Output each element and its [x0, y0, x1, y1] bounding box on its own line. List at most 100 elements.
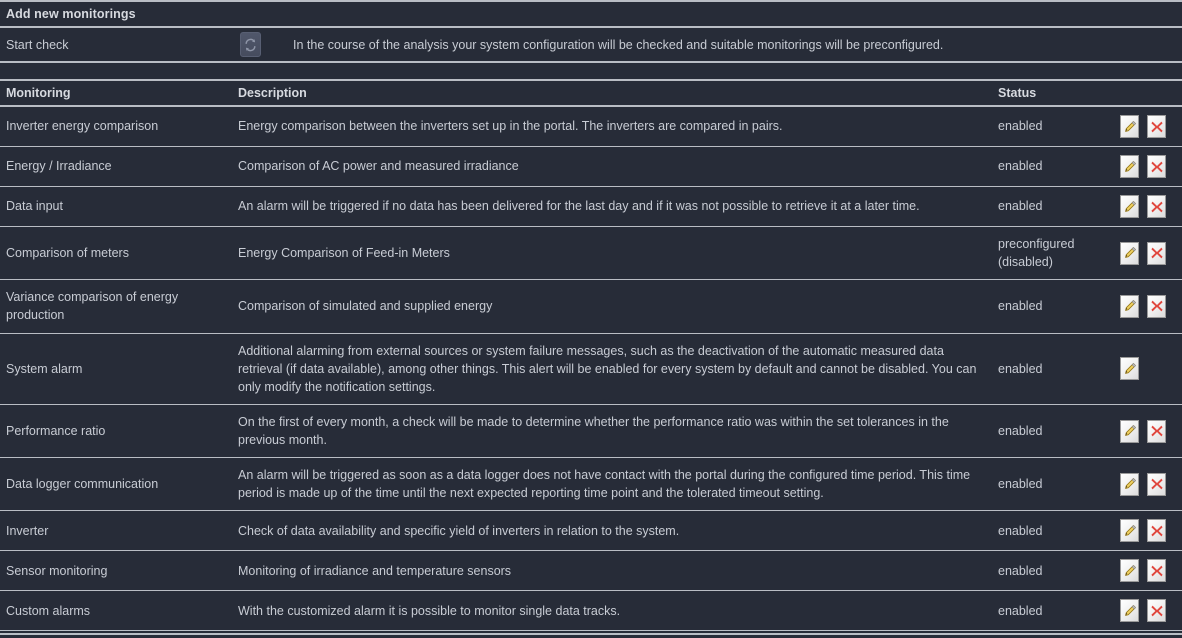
monitoring-description-cell: An alarm will be triggered if no data ha…: [232, 186, 992, 227]
delete-row-button[interactable]: [1147, 419, 1166, 443]
status-badge: enabled: [992, 550, 1114, 592]
monitoring-name-cell: Variance comparison of energy production: [0, 279, 232, 334]
monitoring-description-cell: With the customized alarm it is possible…: [232, 590, 992, 632]
table-row: Inverter energy comparison Energy compari…: [0, 106, 1182, 147]
refresh-icon: [244, 38, 257, 52]
row-actions: [1120, 294, 1176, 318]
pencil-icon: [1123, 564, 1137, 578]
pencil-icon: [1123, 604, 1137, 618]
delete-x-icon: [1150, 524, 1164, 538]
pencil-icon: [1123, 160, 1137, 174]
delete-row-button[interactable]: [1147, 155, 1166, 178]
monitoring-description-cell: Additional alarming from external source…: [232, 333, 992, 405]
delete-row-button[interactable]: [1147, 241, 1166, 265]
monitoring-description-cell: Energy comparison between the inverters …: [232, 106, 992, 147]
delete-row-button[interactable]: [1147, 115, 1166, 138]
delete-row-button[interactable]: [1147, 599, 1166, 623]
monitoring-name-cell: Sensor monitoring: [0, 550, 232, 592]
pencil-icon: [1123, 120, 1137, 134]
monitoring-name-cell: Inverter: [0, 510, 232, 552]
pencil-icon: [1123, 362, 1137, 376]
column-header-description: Description: [232, 81, 992, 107]
start-check-description: In the course of the analysis your syste…: [293, 37, 944, 52]
delete-x-icon: [1150, 246, 1164, 260]
table-row: Data input An alarm will be triggered if …: [0, 186, 1182, 227]
edit-row-button[interactable]: [1120, 155, 1139, 178]
edit-row-button[interactable]: [1120, 357, 1139, 381]
row-actions: [1120, 599, 1176, 623]
delete-x-icon: [1150, 120, 1164, 134]
table-row: System alarm Additional alarming from ext…: [0, 333, 1182, 405]
table-row: Energy / Irradiance Comparison of AC powe…: [0, 146, 1182, 187]
action-placeholder: [1147, 357, 1166, 380]
edit-row-button[interactable]: [1120, 559, 1139, 583]
monitoring-description-cell: Comparison of AC power and measured irra…: [232, 146, 992, 187]
monitoring-name-cell: System alarm: [0, 333, 232, 405]
pencil-icon: [1123, 299, 1137, 313]
edit-row-button[interactable]: [1120, 419, 1139, 443]
row-actions: [1120, 241, 1176, 265]
edit-row-button[interactable]: [1120, 195, 1139, 218]
status-badge: enabled: [992, 186, 1114, 227]
edit-row-button[interactable]: [1120, 115, 1139, 138]
pencil-icon: [1123, 477, 1137, 491]
table-row: Data logger communication An alarm will b…: [0, 457, 1182, 512]
status-badge: enabled: [992, 333, 1114, 405]
table-row: Custom alarms With the customized alarm i…: [0, 590, 1182, 632]
monitoring-actions-cell: [1114, 106, 1182, 147]
status-badge: preconfigured (disabled): [992, 226, 1114, 281]
edit-row-button[interactable]: [1120, 294, 1139, 318]
status-badge: enabled: [992, 106, 1114, 147]
monitoring-name-cell: Data logger communication: [0, 457, 232, 512]
delete-x-icon: [1150, 477, 1164, 491]
edit-row-button[interactable]: [1120, 599, 1139, 623]
status-badge: enabled: [992, 590, 1114, 632]
monitoring-actions-cell: [1114, 510, 1182, 552]
table-row: Sensor monitoring Monitoring of irradianc…: [0, 550, 1182, 592]
status-badge: enabled: [992, 457, 1114, 512]
delete-x-icon: [1150, 200, 1164, 214]
monitoring-actions-cell: [1114, 590, 1182, 632]
column-header-actions: [1114, 81, 1182, 107]
monitorings-table-header-row: Monitoring Description Status: [0, 81, 1182, 107]
row-actions: [1120, 559, 1176, 583]
row-actions: [1120, 472, 1176, 496]
delete-row-button[interactable]: [1147, 294, 1166, 318]
status-badge: enabled: [992, 510, 1114, 552]
monitoring-description-cell: Comparison of simulated and supplied ene…: [232, 279, 992, 334]
monitorings-table: Monitoring Description Status Inverter e…: [0, 81, 1182, 638]
pencil-icon: [1123, 246, 1137, 260]
column-header-monitoring: Monitoring: [0, 81, 232, 107]
table-row: Inverter Check of data availability and s…: [0, 510, 1182, 552]
monitoring-description-cell: Monitoring of irradiance and temperature…: [232, 550, 992, 592]
monitoring-actions-cell: [1114, 457, 1182, 512]
delete-row-button[interactable]: [1147, 472, 1166, 496]
monitoring-actions-cell: [1114, 226, 1182, 281]
monitoring-name-cell: Inverter energy comparison: [0, 106, 232, 147]
edit-row-button[interactable]: [1120, 519, 1139, 543]
monitoring-name-cell: Comparison of meters: [0, 226, 232, 281]
delete-row-button[interactable]: [1147, 195, 1166, 218]
monitoring-actions-cell: [1114, 404, 1182, 459]
monitoring-description-cell: On the first of every month, a check wil…: [232, 404, 992, 459]
monitoring-actions-cell: [1114, 146, 1182, 187]
refresh-icon-button[interactable]: [240, 32, 261, 57]
pencil-icon: [1123, 524, 1137, 538]
edit-row-button[interactable]: [1120, 472, 1139, 496]
delete-x-icon: [1150, 564, 1164, 578]
monitoring-description-cell: Energy Comparison of Feed-in Meters: [232, 226, 992, 281]
delete-row-button[interactable]: [1147, 519, 1166, 543]
monitoring-name-cell: Energy / Irradiance: [0, 146, 232, 187]
delete-row-button[interactable]: [1147, 559, 1166, 583]
monitoring-description-cell: Check of data availability and specific …: [232, 510, 992, 552]
edit-row-button[interactable]: [1120, 241, 1139, 265]
row-actions: [1120, 419, 1176, 443]
monitoring-description-cell: An alarm will be triggered as soon as a …: [232, 457, 992, 512]
bottom-divider: [0, 633, 1182, 635]
status-badge: enabled: [992, 404, 1114, 459]
pencil-icon: [1123, 424, 1137, 438]
delete-x-icon: [1150, 299, 1164, 313]
row-actions: [1120, 357, 1176, 381]
section-gap: [0, 63, 1182, 79]
monitoring-actions-cell: [1114, 550, 1182, 592]
